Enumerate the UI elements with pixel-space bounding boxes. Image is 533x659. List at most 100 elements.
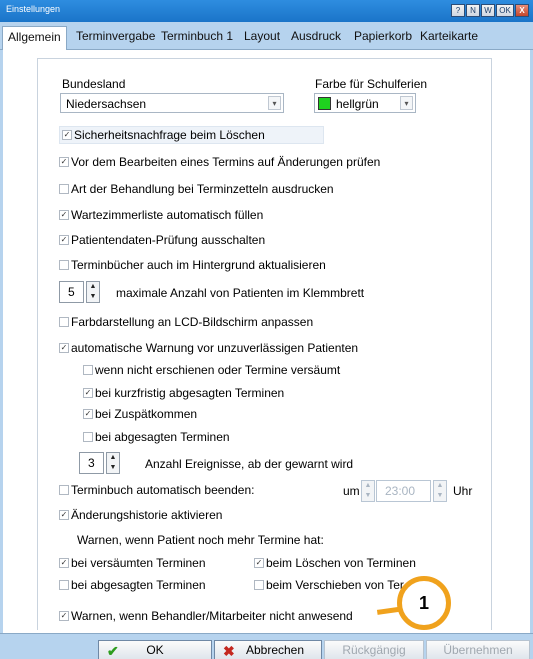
checkbox[interactable]: ✓	[59, 235, 69, 245]
option-label: bei kurzfristig abgesagten Terminen	[95, 386, 285, 400]
down-arrow-icon[interactable]: ▼	[87, 292, 99, 302]
ereignisse-value[interactable]: 3	[79, 452, 104, 474]
panel-left-border	[0, 50, 3, 633]
warn-nicht-erschienen[interactable]: wenn nicht erschienen oder Termine versä…	[83, 362, 383, 380]
option-hintergrund-aktualisieren[interactable]: Terminbücher auch im Hintergrund aktuali…	[59, 257, 359, 275]
down-arrow-icon: ▼	[364, 492, 372, 499]
ereignisse-stepper[interactable]: 3 ▲ ▼	[79, 452, 120, 474]
n-button[interactable]: N	[466, 4, 480, 17]
tab-allgemein[interactable]: Allgemein	[2, 26, 67, 50]
w-button[interactable]: W	[481, 4, 495, 17]
tab-terminvergabe[interactable]: Terminvergabe	[76, 29, 155, 43]
klemmbrett-value[interactable]: 5	[59, 281, 84, 303]
option-label: wenn nicht erschienen oder Termine versä…	[95, 363, 341, 377]
option-sicherheitsnachfrage[interactable]: ✓ Sicherheitsnachfrage beim Löschen	[59, 126, 324, 144]
option-patientendaten-pruefung[interactable]: ✓ Patientendaten-Prüfung ausschalten	[59, 232, 309, 250]
warnen-abgesagt[interactable]: bei abgesagten Terminen	[59, 577, 239, 595]
end-time-value: 23:00	[376, 480, 431, 502]
bundesland-value: Niedersachsen	[66, 97, 147, 111]
checkbox[interactable]: ✓	[59, 510, 69, 520]
stepper-buttons[interactable]: ▲ ▼	[106, 452, 120, 474]
cross-icon: ✖	[223, 643, 235, 659]
checkbox[interactable]	[59, 184, 69, 194]
option-label: Patientendaten-Prüfung ausschalten	[71, 233, 266, 247]
tab-layout[interactable]: Layout	[244, 29, 280, 43]
checkbox[interactable]: ✓	[59, 558, 69, 568]
uhr-label: Uhr	[453, 484, 473, 498]
warnen-loeschen[interactable]: ✓ beim Löschen von Terminen	[254, 555, 434, 573]
undo-button: Rückgängig	[324, 640, 424, 659]
down-arrow-icon: ▼	[436, 492, 444, 499]
checkbox[interactable]: ✓	[254, 558, 264, 568]
end-time-stepper: ▲ ▼ 23:00 ▲ ▼	[361, 480, 447, 502]
help-button[interactable]: ?	[451, 4, 465, 17]
option-label: bei abgesagten Terminen	[95, 430, 230, 444]
option-automatische-warnung[interactable]: ✓ automatische Warnung vor unzuverlässig…	[59, 340, 379, 358]
warn-kurzfristig-abgesagt[interactable]: ✓ bei kurzfristig abgesagten Terminen	[83, 385, 333, 403]
checkbox[interactable]	[59, 580, 69, 590]
klemmbrett-stepper[interactable]: 5 ▲ ▼	[59, 281, 100, 303]
option-aenderungen-pruefen[interactable]: ✓ Vor dem Bearbeiten eines Termins auf Ä…	[59, 154, 419, 172]
option-terminbuch-beenden[interactable]: Terminbuch automatisch beenden:	[59, 482, 289, 500]
stepper-right-buttons: ▲ ▼	[433, 480, 447, 502]
ok-button[interactable]: ✔ OK	[98, 640, 212, 659]
undo-label: Rückgängig	[342, 643, 406, 657]
checkbox[interactable]: ✓	[62, 130, 72, 140]
checkbox[interactable]	[59, 485, 69, 495]
checkbox[interactable]	[83, 365, 93, 375]
window-title: Einstellungen	[6, 4, 61, 14]
warn-abgesagt[interactable]: bei abgesagten Terminen	[83, 429, 263, 447]
up-arrow-icon[interactable]: ▲	[87, 282, 99, 292]
checkbox[interactable]: ✓	[59, 343, 69, 353]
tab-ausdruck[interactable]: Ausdruck	[291, 29, 341, 43]
checkbox[interactable]: ✓	[59, 611, 69, 621]
checkmark-icon: ✔	[107, 643, 119, 659]
farbe-value: hellgrün	[336, 97, 379, 111]
tab-karteikarte[interactable]: Karteikarte	[420, 29, 478, 43]
option-label: automatische Warnung vor unzuverlässigen…	[71, 341, 359, 355]
option-label: beim Löschen von Terminen	[266, 556, 416, 570]
warn-zuspaetkommen[interactable]: ✓ bei Zuspätkommen	[83, 406, 233, 424]
option-label: Wartezimmerliste automatisch füllen	[71, 208, 264, 222]
checkbox[interactable]: ✓	[83, 388, 93, 398]
option-art-behandlung[interactable]: Art der Behandlung bei Terminzetteln aus…	[59, 181, 359, 199]
checkbox[interactable]	[254, 580, 264, 590]
close-button[interactable]: X	[515, 4, 529, 17]
cancel-button[interactable]: ✖ Abbrechen	[214, 640, 322, 659]
farbe-label: Farbe für Schulferien	[315, 77, 428, 91]
up-arrow-icon: ▲	[364, 482, 372, 489]
chevron-down-icon[interactable]: ▾	[268, 96, 281, 110]
option-wartezimmerliste[interactable]: ✓ Wartezimmerliste automatisch füllen	[59, 207, 309, 225]
apply-button: Übernehmen	[426, 640, 530, 659]
checkbox[interactable]	[59, 260, 69, 270]
option-label: Farbdarstellung an LCD-Bildschirm anpass…	[71, 315, 314, 329]
warnen-versaeumt[interactable]: ✓ bei versäumten Terminen	[59, 555, 239, 573]
checkbox[interactable]	[83, 432, 93, 442]
checkbox[interactable]: ✓	[59, 157, 69, 167]
checkbox[interactable]: ✓	[83, 409, 93, 419]
tab-bar: Allgemein Terminvergabe Terminbuch 1 Lay…	[0, 22, 533, 50]
checkbox[interactable]	[59, 317, 69, 327]
checkbox[interactable]: ✓	[59, 210, 69, 220]
bundesland-select[interactable]: Niedersachsen ▾	[60, 93, 284, 113]
option-label: Art der Behandlung bei Terminzetteln aus…	[71, 182, 334, 196]
up-arrow-icon: ▲	[436, 482, 444, 489]
option-label: Änderungshistorie aktivieren	[71, 508, 223, 522]
ok-title-button[interactable]: OK	[496, 4, 514, 17]
option-label: Terminbücher auch im Hintergrund aktuali…	[71, 258, 326, 272]
ok-label: OK	[146, 643, 164, 657]
cancel-label: Abbrechen	[245, 643, 305, 657]
stepper-buttons[interactable]: ▲ ▼	[86, 281, 100, 303]
down-arrow-icon[interactable]: ▼	[107, 463, 119, 473]
option-label: Terminbuch automatisch beenden:	[71, 483, 255, 497]
option-lcd[interactable]: Farbdarstellung an LCD-Bildschirm anpass…	[59, 314, 329, 332]
tab-terminbuch-1[interactable]: Terminbuch 1	[161, 29, 233, 43]
tab-papierkorb[interactable]: Papierkorb	[354, 29, 412, 43]
farbe-select[interactable]: hellgrün ▾	[314, 93, 416, 113]
up-arrow-icon[interactable]: ▲	[107, 453, 119, 463]
bundesland-label: Bundesland	[62, 77, 126, 91]
ereignisse-label: Anzahl Ereignisse, ab der gewarnt wird	[145, 457, 354, 471]
option-behandler-nicht-anwesend[interactable]: ✓ Warnen, wenn Behandler/Mitarbeiter nic…	[59, 608, 379, 626]
chevron-down-icon[interactable]: ▾	[400, 96, 413, 110]
option-aenderungshistorie[interactable]: ✓ Änderungshistorie aktivieren	[59, 507, 279, 525]
